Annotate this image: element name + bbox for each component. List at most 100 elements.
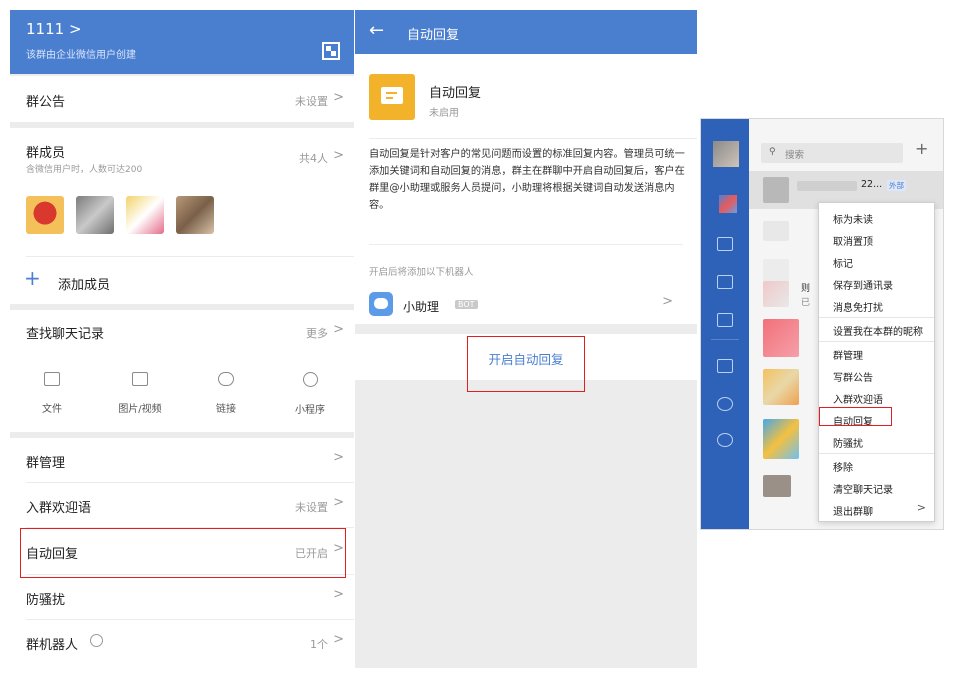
- avatar[interactable]: [763, 177, 789, 203]
- avatar[interactable]: [126, 196, 164, 234]
- members-section: 群成员 含微信用户时，人数可达200 共4人 > + 添加成员: [10, 128, 354, 304]
- file-type-label: 链接: [216, 404, 236, 415]
- chevron-right-icon: >: [333, 495, 344, 510]
- image-icon: [132, 372, 148, 386]
- plus-icon[interactable]: +: [24, 268, 41, 288]
- add-member-button[interactable]: 添加成员: [58, 274, 110, 293]
- group-header[interactable]: 1111 > 该群由企业微信用户创建: [10, 10, 354, 74]
- context-menu: 标为未读 取消置顶 标记 保存到通讯录 消息免打扰 设置我在本群的昵称 群管理 …: [818, 202, 935, 522]
- row-label: 群管理: [26, 456, 66, 471]
- avatar[interactable]: [763, 369, 799, 405]
- auto-reply-icon: [369, 74, 415, 120]
- search-history-more[interactable]: 更多: [306, 325, 328, 341]
- avatar[interactable]: [26, 196, 64, 234]
- members-count[interactable]: 共4人: [299, 150, 328, 166]
- desktop-client: ⚲ 搜索 + 22... 外部 则 已 标为未读 取消置顶 标记 保存到通讯录 …: [700, 118, 944, 530]
- robot-icon: [90, 634, 103, 647]
- highlight-box: [819, 407, 892, 426]
- calendar-icon[interactable]: [717, 275, 733, 289]
- menu-item-mark-unread[interactable]: 标为未读: [833, 211, 873, 226]
- row-label: 防骚扰: [26, 593, 66, 608]
- avatar[interactable]: [763, 221, 789, 241]
- back-arrow-icon[interactable]: ←: [369, 20, 384, 41]
- chevron-right-icon: >: [333, 632, 344, 647]
- avatar[interactable]: [713, 141, 739, 167]
- chevron-right-icon[interactable]: >: [662, 294, 673, 309]
- menu-item-leave-group[interactable]: 退出群聊: [833, 503, 873, 518]
- qr-code-icon[interactable]: [322, 42, 340, 60]
- avatar[interactable]: [176, 196, 214, 234]
- file-type-files[interactable]: 文件: [22, 372, 82, 415]
- menu-item-group-management[interactable]: 群管理: [833, 347, 863, 362]
- file-type-images[interactable]: 图片/视频: [110, 372, 170, 415]
- external-tag: 外部: [887, 180, 906, 191]
- menu-item-write-announcement[interactable]: 写群公告: [833, 369, 873, 384]
- search-box[interactable]: ⚲ 搜索: [761, 143, 903, 163]
- group-management-row[interactable]: 群管理 >: [10, 438, 354, 482]
- robot-name[interactable]: 小助理: [403, 298, 439, 315]
- search-history-section: 查找聊天记录 更多 > 文件 图片/视频 链接 小程序: [10, 310, 354, 432]
- sidebar: [701, 119, 749, 529]
- document-icon[interactable]: [717, 359, 733, 373]
- link-icon: [218, 372, 234, 386]
- menu-item-clear-history[interactable]: 清空聊天记录: [833, 481, 893, 496]
- group-robot-row[interactable]: 群机器人 1个 >: [10, 620, 354, 664]
- cloud-icon[interactable]: [717, 433, 733, 447]
- file-type-miniprogram[interactable]: 小程序: [280, 372, 340, 416]
- menu-item-mute[interactable]: 消息免打扰: [833, 299, 883, 314]
- highlight-box: [20, 528, 346, 578]
- row-label: 群机器人: [26, 638, 79, 653]
- chevron-right-icon: >: [333, 450, 344, 465]
- menu-item-mark[interactable]: 标记: [833, 255, 853, 270]
- robot-badge: BOT: [455, 300, 478, 309]
- search-placeholder: 搜索: [785, 150, 805, 161]
- chevron-right-icon[interactable]: >: [333, 322, 344, 337]
- file-type-label: 小程序: [295, 405, 325, 416]
- menu-item-set-nickname[interactable]: 设置我在本群的昵称: [833, 323, 923, 338]
- chat-snippet: 已: [801, 298, 811, 308]
- menu-item-anti-harassment[interactable]: 防骚扰: [833, 435, 863, 450]
- miniprogram-icon: [302, 372, 318, 387]
- auto-reply-description: 自动回复是针对客户的常见问题而设置的标准回复内容。管理员可统一添加关键词和自动回…: [369, 149, 685, 211]
- announcement-value: 未设置: [295, 95, 328, 108]
- message-icon[interactable]: [719, 195, 737, 213]
- menu-item-welcome-message[interactable]: 入群欢迎语: [833, 391, 883, 406]
- plus-icon[interactable]: +: [915, 139, 928, 158]
- auto-reply-card: 自动回复 未启用 自动回复是针对客户的常见问题而设置的标准回复内容。管理员可统一…: [355, 54, 697, 324]
- avatar[interactable]: [763, 475, 791, 497]
- file-type-label: 图片/视频: [118, 404, 162, 415]
- search-icon: ⚲: [769, 147, 776, 157]
- apps-grid-icon[interactable]: [717, 313, 733, 327]
- card-status: 未启用: [429, 108, 459, 119]
- file-type-links[interactable]: 链接: [196, 372, 256, 415]
- file-type-label: 文件: [42, 404, 62, 415]
- search-history-label[interactable]: 查找聊天记录: [26, 323, 104, 342]
- chevron-right-icon: >: [333, 90, 344, 105]
- meeting-icon[interactable]: [717, 397, 733, 411]
- announcement-label: 群公告: [26, 95, 66, 110]
- members-label: 群成员: [26, 146, 66, 161]
- org-chart-icon[interactable]: [717, 237, 733, 251]
- folder-icon: [44, 372, 60, 386]
- chat-snippet: 则: [801, 284, 811, 294]
- group-creator-note: 该群由企业微信用户创建: [26, 50, 136, 61]
- avatar[interactable]: [763, 419, 799, 459]
- robots-hint: 开启后将添加以下机器人: [369, 267, 474, 278]
- menu-item-unpin[interactable]: 取消置顶: [833, 233, 873, 248]
- row-label: 入群欢迎语: [26, 501, 92, 516]
- menu-item-save-contacts[interactable]: 保存到通讯录: [833, 277, 893, 292]
- row-value: 1个: [310, 638, 328, 651]
- card-title: 自动回复: [429, 86, 482, 101]
- avatar[interactable]: [76, 196, 114, 234]
- anti-harassment-row[interactable]: 防骚扰 >: [10, 575, 354, 619]
- group-name[interactable]: 1111 >: [26, 20, 82, 38]
- robot-avatar-icon: [369, 292, 393, 316]
- avatar[interactable]: [763, 319, 799, 357]
- chevron-right-icon[interactable]: >: [333, 148, 344, 163]
- menu-item-remove[interactable]: 移除: [833, 459, 853, 474]
- welcome-message-row[interactable]: 入群欢迎语 未设置 >: [10, 483, 354, 527]
- highlight-box: [467, 336, 585, 392]
- announcement-row[interactable]: 群公告 未设置 >: [10, 76, 354, 122]
- auto-reply-header: ← 自动回复: [355, 10, 697, 54]
- avatar[interactable]: [763, 281, 789, 307]
